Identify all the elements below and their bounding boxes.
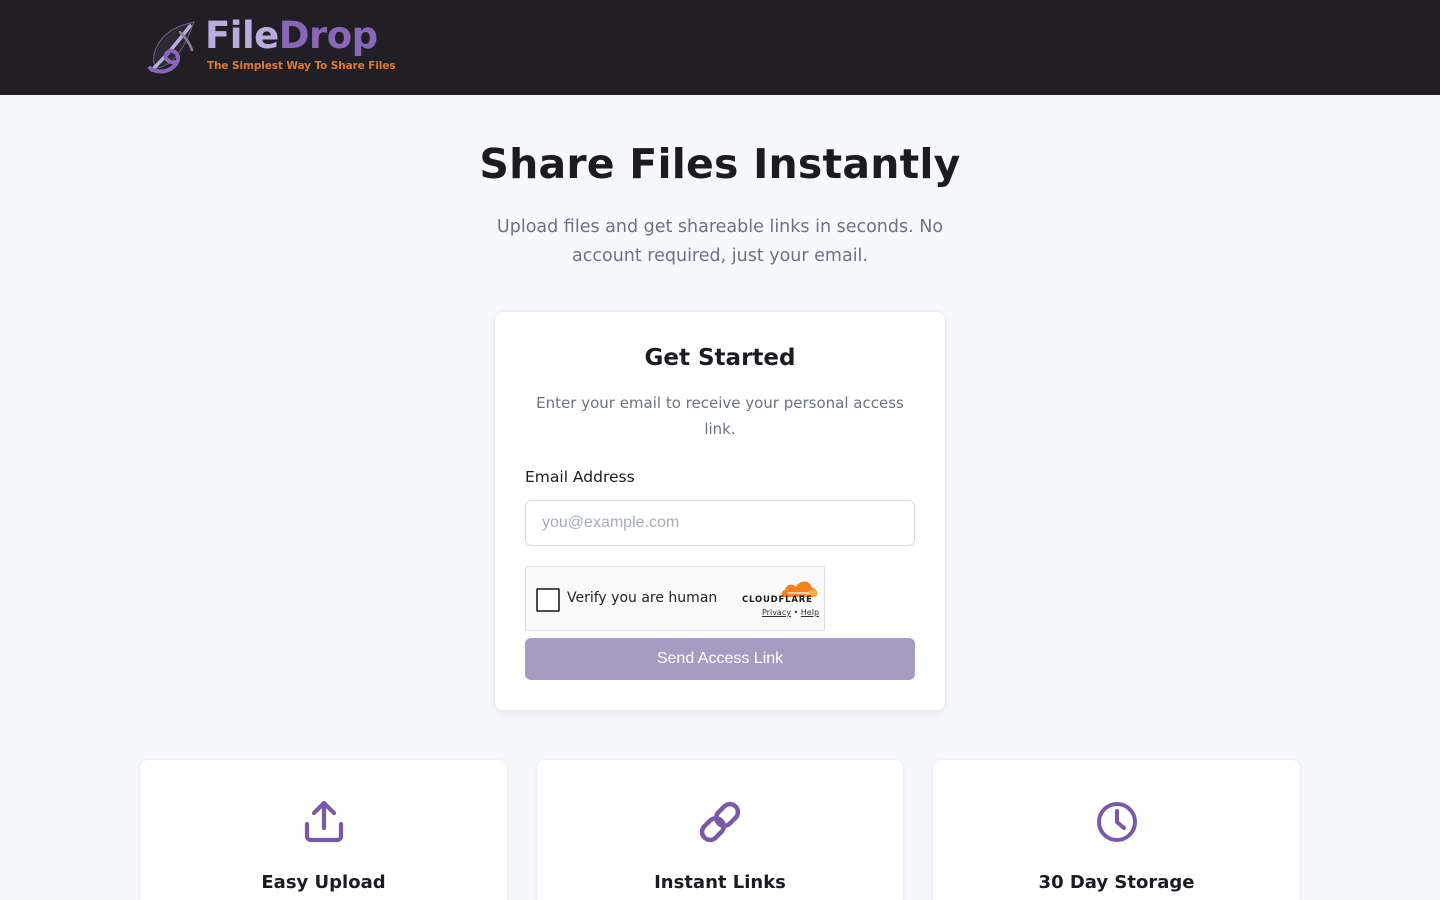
feature-title: Easy Upload	[261, 872, 386, 893]
captcha-links: Privacy • Help	[762, 608, 819, 617]
feature-title: Instant Links	[654, 872, 786, 893]
captcha-widget: Verify you are human CLOUDFLARE Privacy …	[525, 566, 825, 631]
hero-title: Share Files Instantly	[479, 140, 961, 188]
feature-card-upload: Easy Upload	[140, 760, 507, 900]
feature-card-links: Instant Links	[537, 760, 903, 900]
feature-title: 30 Day Storage	[1038, 872, 1195, 893]
brand-tagline: The Simplest Way To Share Files	[207, 60, 396, 72]
brand-name-part2: Drop	[278, 14, 378, 57]
captcha-privacy-link[interactable]: Privacy	[762, 608, 791, 617]
feature-card-storage: 30 Day Storage	[933, 760, 1300, 900]
captcha-checkbox[interactable]	[536, 588, 560, 612]
email-label: Email Address	[525, 468, 635, 486]
top-navbar: FileDrop The Simplest Way To Share Files	[0, 0, 1440, 95]
clock-icon	[1096, 802, 1137, 842]
feather-logo-icon	[148, 21, 195, 74]
card-title: Get Started	[644, 345, 796, 371]
upload-icon	[304, 800, 343, 843]
cloudflare-wordmark: CLOUDFLARE	[742, 595, 813, 605]
card-description: Enter your email to receive your persona…	[536, 394, 904, 438]
email-field[interactable]	[525, 500, 915, 546]
brand-logo[interactable]: FileDrop The Simplest Way To Share Files	[146, 14, 396, 78]
send-access-link-button[interactable]: Send Access Link	[525, 638, 915, 680]
brand-name: FileDrop	[205, 14, 378, 58]
brand-name-part1: File	[205, 14, 279, 57]
get-started-card: Get Started Enter your email to receive …	[495, 312, 945, 710]
captcha-label: Verify you are human	[567, 590, 718, 606]
link-icon	[699, 801, 741, 843]
captcha-help-link[interactable]: Help	[801, 608, 819, 617]
hero-subtitle: Upload files and get shareable links in …	[496, 217, 944, 266]
captcha-link-separator: •	[793, 608, 799, 617]
